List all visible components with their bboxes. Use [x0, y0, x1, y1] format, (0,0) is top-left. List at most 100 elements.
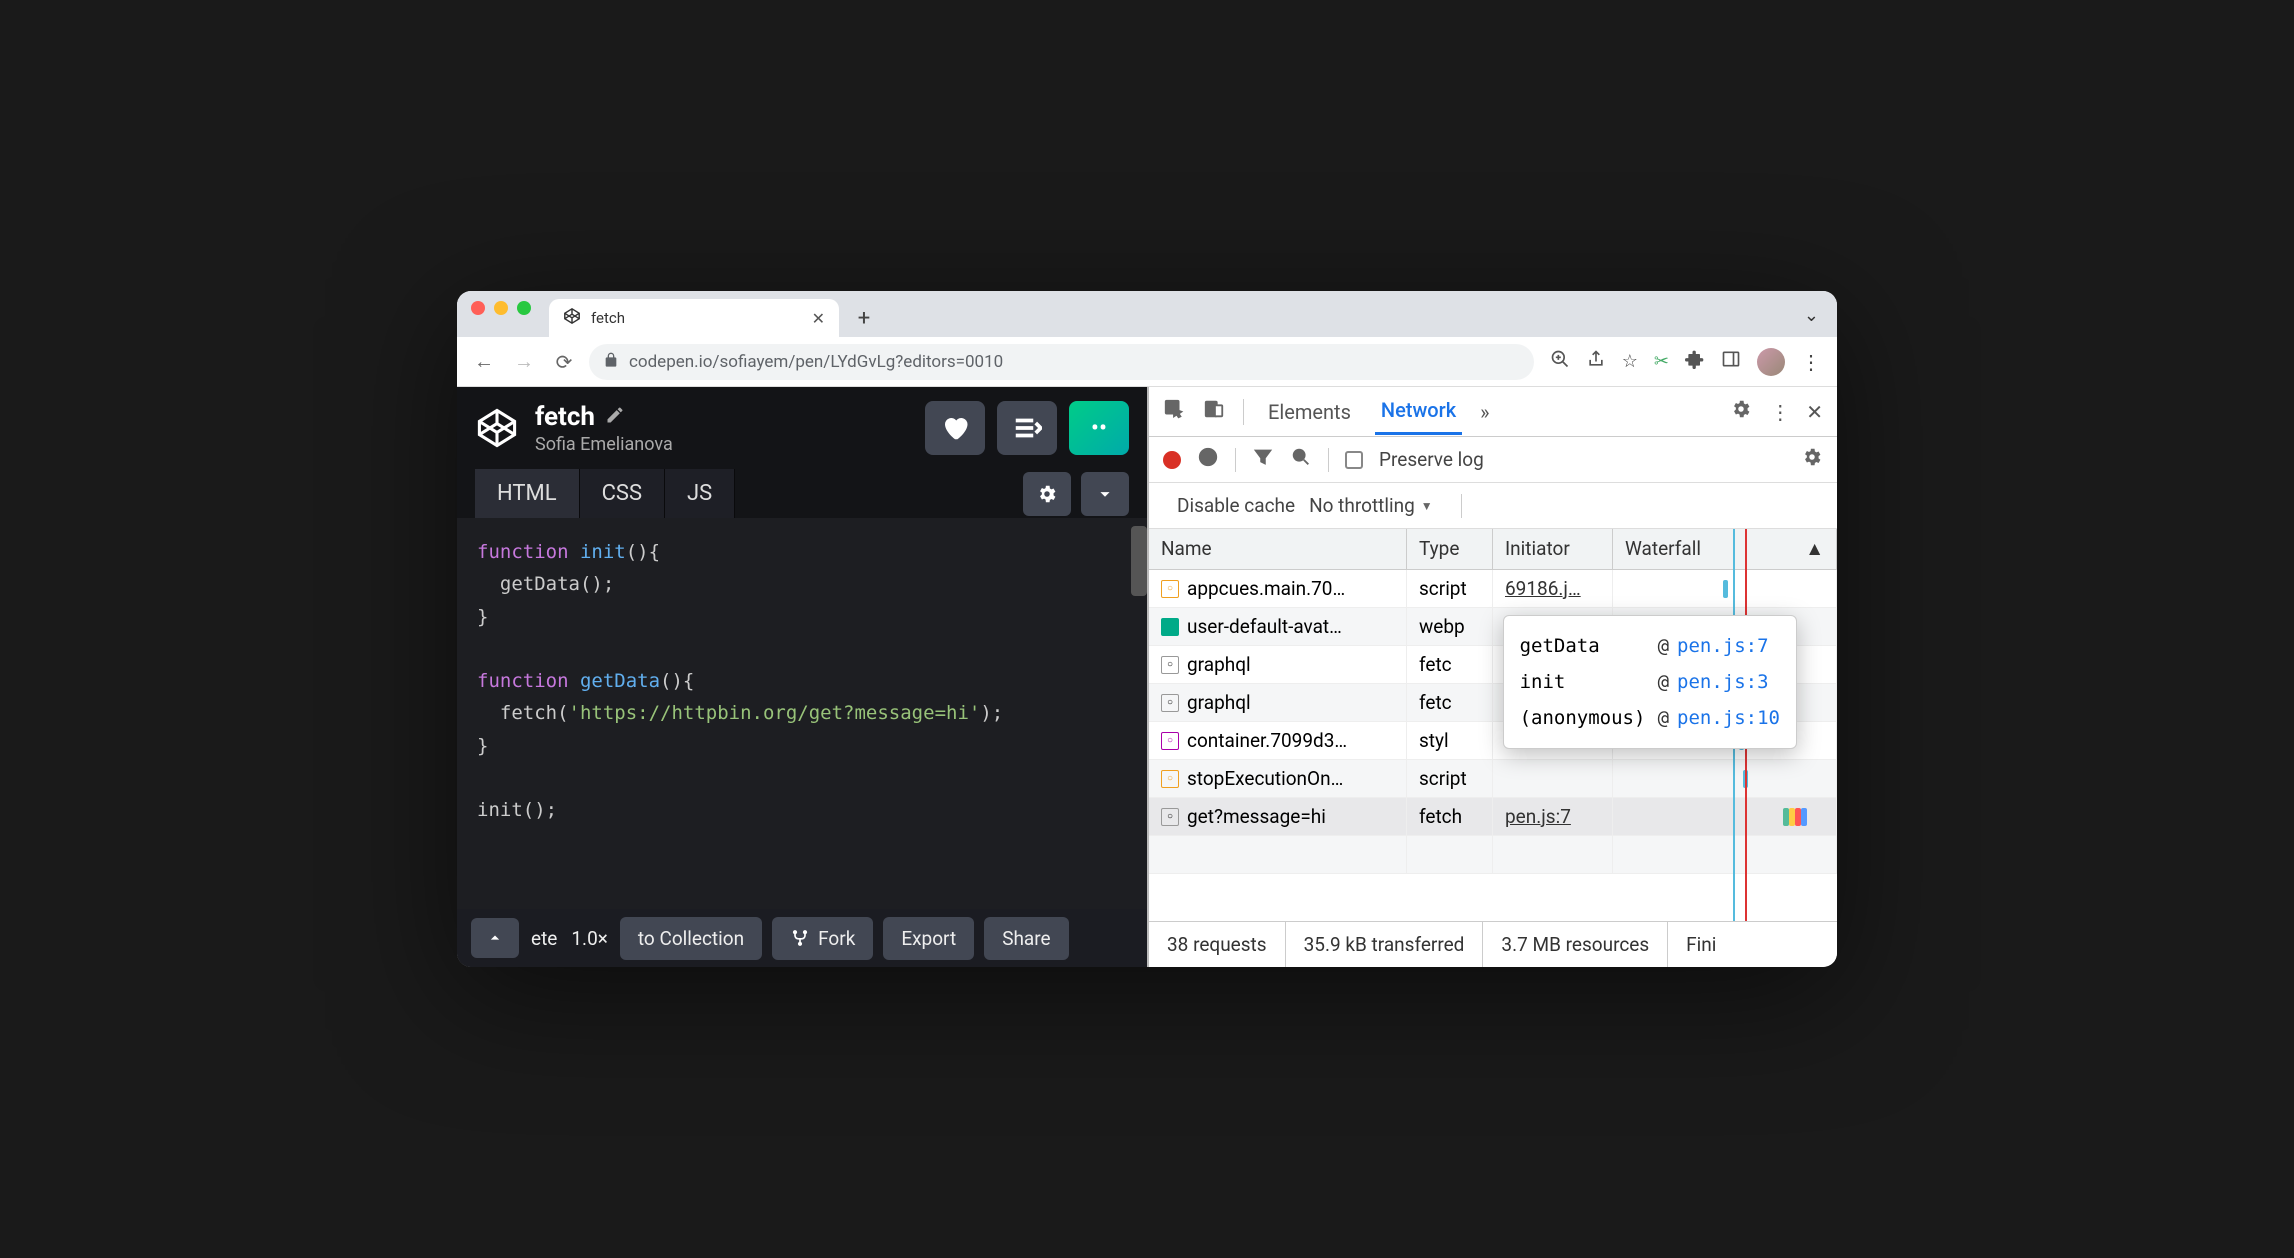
network-toolbar: Preserve log [1149, 437, 1837, 483]
new-tab-button[interactable]: + [849, 303, 879, 333]
bookmark-star-icon[interactable]: ☆ [1622, 351, 1638, 372]
like-button[interactable] [925, 401, 985, 455]
browser-tabstrip: fetch ✕ + ⌄ [457, 291, 1837, 337]
fork-button[interactable]: Fork [772, 917, 873, 960]
table-row[interactable]: ○appcues.main.70…script69186.j… [1149, 570, 1837, 608]
record-button[interactable] [1163, 451, 1181, 469]
header-type[interactable]: Type [1407, 529, 1493, 569]
code-token: ); [980, 702, 1003, 724]
devtools-menu-button[interactable]: ⋮ [1770, 400, 1788, 424]
file-type-icon: ○ [1161, 694, 1179, 712]
tab-elements[interactable]: Elements [1262, 390, 1357, 434]
tab-css[interactable]: CSS [580, 469, 665, 518]
close-devtools-button[interactable]: ✕ [1806, 400, 1823, 424]
stack-frame-link[interactable]: pen.js:7 [1677, 628, 1769, 664]
edit-title-icon[interactable] [605, 402, 625, 432]
share-button[interactable]: Share [984, 917, 1068, 960]
file-type-icon: ○ [1161, 656, 1179, 674]
scissors-icon[interactable]: ✂ [1654, 351, 1669, 372]
throttling-value: No throttling [1309, 494, 1415, 517]
status-transferred: 35.9 kB transferred [1286, 922, 1484, 967]
network-status-bar: 38 requests 35.9 kB transferred 3.7 MB r… [1149, 921, 1837, 967]
search-icon[interactable] [1290, 446, 1312, 473]
throttling-select[interactable]: No throttling ▼ [1309, 494, 1433, 517]
stack-frame-name: (anonymous) [1520, 700, 1650, 736]
waterfall-cell [1613, 798, 1837, 835]
devtools-settings-icon[interactable] [1730, 398, 1752, 425]
browser-window: fetch ✕ + ⌄ ← → ⟳ codepen.io/sofiayem/pe… [457, 291, 1837, 967]
console-toggle-button[interactable] [471, 918, 519, 958]
clear-button[interactable] [1197, 446, 1219, 473]
request-name: appcues.main.70… [1187, 577, 1345, 600]
request-type: styl [1407, 722, 1493, 759]
code-token: init [580, 541, 626, 563]
pen-title: fetch [535, 402, 595, 432]
request-name: container.7099d3… [1187, 729, 1347, 752]
disable-cache-label: Disable cache [1177, 494, 1295, 517]
browser-toolbar: ← → ⟳ codepen.io/sofiayem/pen/LYdGvLg?ed… [457, 337, 1837, 387]
request-name: graphql [1187, 653, 1251, 676]
code-token: (){ [660, 670, 694, 692]
preserve-log-checkbox[interactable] [1345, 451, 1363, 469]
file-type-icon [1161, 618, 1179, 636]
browser-tab[interactable]: fetch ✕ [549, 299, 839, 337]
editor-settings-button[interactable] [1023, 472, 1071, 516]
request-initiator[interactable]: 69186.j… [1505, 577, 1581, 600]
reload-button[interactable]: ⟳ [549, 350, 579, 374]
status-resources: 3.7 MB resources [1483, 922, 1668, 967]
request-type: script [1407, 760, 1493, 797]
request-type: fetc [1407, 646, 1493, 683]
initiator-popover: getData@ pen.js:7 init@ pen.js:3 (anonym… [1503, 615, 1797, 749]
side-panel-icon[interactable] [1721, 349, 1741, 374]
export-button[interactable]: Export [883, 917, 974, 960]
back-button[interactable]: ← [469, 349, 499, 374]
close-window-button[interactable] [471, 301, 485, 315]
codepen-logo-icon [475, 406, 519, 450]
view-mode-button[interactable] [997, 401, 1057, 455]
zoom-icon[interactable] [1550, 349, 1570, 374]
devtools-tabbar: Elements Network » ⋮ ✕ [1149, 387, 1837, 437]
user-avatar[interactable]: •• [1069, 401, 1129, 455]
toolbar-actions: ☆ ✂ ⋮ [1544, 348, 1825, 376]
code-editor[interactable]: function init(){ getData(); } function g… [457, 518, 1147, 909]
forward-button[interactable]: → [509, 349, 539, 374]
tab-network[interactable]: Network [1375, 388, 1462, 435]
table-row[interactable]: ○get?message=hifetchpen.js:7 [1149, 798, 1837, 836]
profile-avatar[interactable] [1757, 348, 1785, 376]
tab-js[interactable]: JS [665, 469, 735, 518]
table-header: Name Type Initiator Waterfall▲ [1149, 529, 1837, 570]
maximize-window-button[interactable] [517, 301, 531, 315]
minimize-window-button[interactable] [494, 301, 508, 315]
header-waterfall[interactable]: Waterfall▲ [1613, 529, 1837, 569]
codepen-pane: fetch Sofia Emelianova •• HTML CSS JS [457, 387, 1147, 967]
editor-scrollbar[interactable] [1131, 526, 1147, 596]
header-name[interactable]: Name [1149, 529, 1407, 569]
editor-collapse-button[interactable] [1081, 472, 1129, 516]
filter-icon[interactable] [1252, 446, 1274, 473]
stack-frame-link[interactable]: pen.js:3 [1677, 664, 1769, 700]
extensions-icon[interactable] [1685, 349, 1705, 374]
tabs-overflow-button[interactable]: ⌄ [1804, 305, 1819, 326]
close-tab-button[interactable]: ✕ [812, 309, 825, 328]
browser-menu-button[interactable]: ⋮ [1801, 350, 1819, 374]
device-mode-icon[interactable] [1203, 398, 1225, 425]
file-type-icon: ○ [1161, 808, 1179, 826]
code-token: getData(); [477, 573, 614, 595]
more-tabs-button[interactable]: » [1480, 400, 1489, 424]
stack-frame-name: init [1520, 664, 1650, 700]
request-name: stopExecutionOn… [1187, 767, 1343, 790]
inspect-element-icon[interactable] [1163, 398, 1185, 425]
share-icon[interactable] [1586, 349, 1606, 374]
table-row[interactable]: ○stopExecutionOn…script [1149, 760, 1837, 798]
code-token: } [477, 606, 488, 628]
header-initiator[interactable]: Initiator [1493, 529, 1613, 569]
request-type: script [1407, 570, 1493, 607]
code-token: init(); [477, 799, 557, 821]
code-token: function [477, 670, 580, 692]
stack-frame-link[interactable]: pen.js:10 [1677, 700, 1780, 736]
request-initiator[interactable]: pen.js:7 [1505, 805, 1571, 828]
add-to-collection-button[interactable]: to Collection [620, 917, 762, 960]
tab-html[interactable]: HTML [475, 469, 580, 518]
address-bar[interactable]: codepen.io/sofiayem/pen/LYdGvLg?editors=… [589, 344, 1534, 380]
network-settings-icon[interactable] [1801, 446, 1823, 473]
